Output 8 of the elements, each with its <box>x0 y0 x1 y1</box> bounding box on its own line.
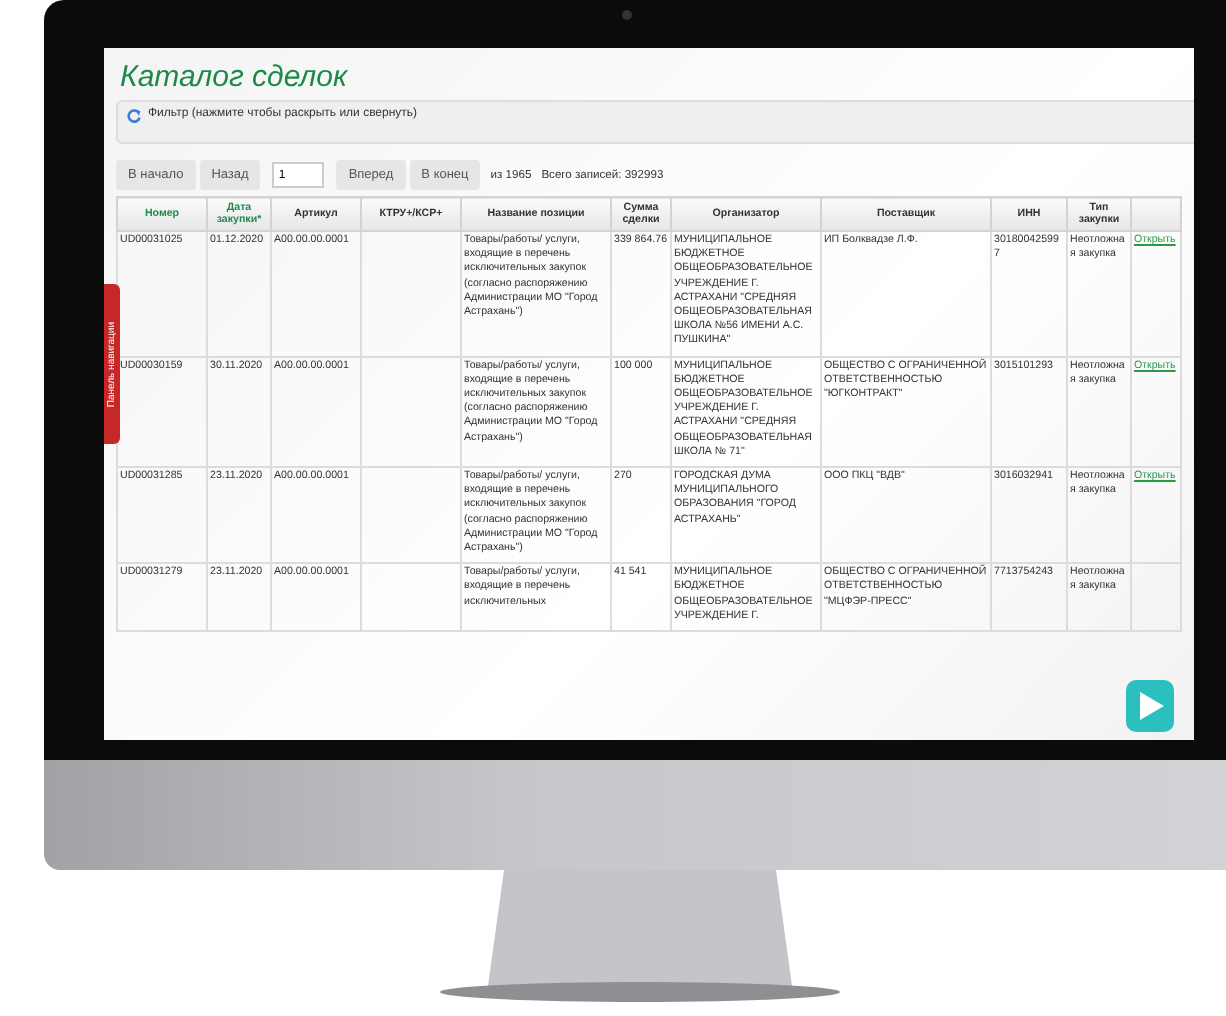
code-cell <box>361 563 461 632</box>
code-cell <box>361 231 461 357</box>
refresh-icon <box>126 108 142 124</box>
page-title: Каталог сделок <box>120 60 350 94</box>
code-cell <box>361 356 461 468</box>
play-icon[interactable] <box>1126 680 1174 732</box>
code-cell <box>361 467 461 564</box>
camera-icon <box>621 10 631 20</box>
